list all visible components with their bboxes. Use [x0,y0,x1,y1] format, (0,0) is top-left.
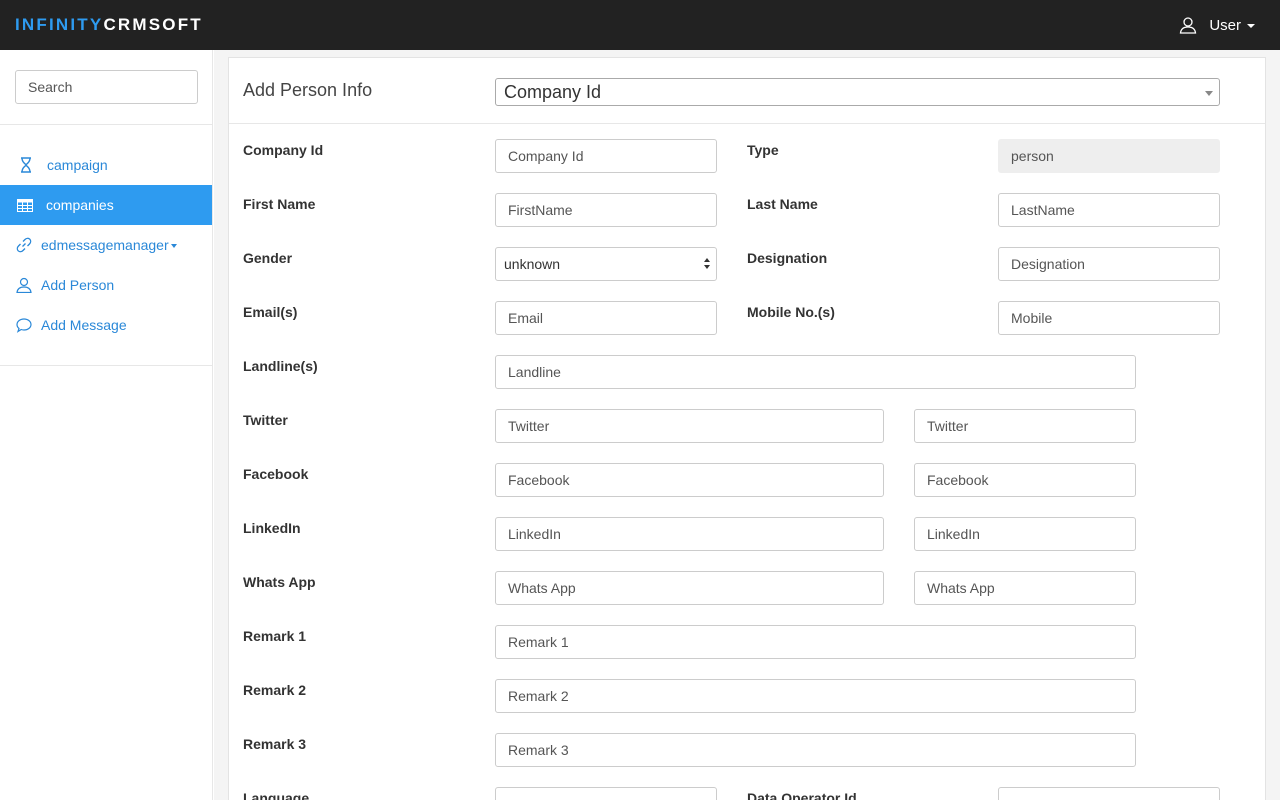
sidebar-item-edmessagemanager[interactable]: edmessagemanager [0,225,212,265]
sidebar-item-companies[interactable]: companies [0,185,212,225]
linkedin-input-secondary[interactable] [914,517,1136,551]
sidebar-item-label: Add Message [41,317,127,333]
language-input[interactable] [495,787,717,800]
remark2-input[interactable] [495,679,1136,713]
email-input[interactable] [495,301,717,335]
gender-select[interactable]: unknown [495,247,717,281]
linkedin-input[interactable] [495,517,884,551]
search-input[interactable] [15,70,198,104]
remark3-label: Remark 3 [243,736,307,752]
brand-part-1: INFINITY [15,15,104,34]
comment-icon [15,316,33,334]
mobile-label: Mobile No.(s) [747,304,835,320]
top-navbar: INFINITYCRMSOFT User [0,0,1280,50]
twitter-label: Twitter [243,412,288,428]
user-icon [1180,17,1197,34]
add-person-panel: Add Person Info Company Id Company Id Ty… [228,57,1266,800]
facebook-label: Facebook [243,466,309,482]
first-name-input[interactable] [495,193,717,227]
whatsapp-input[interactable] [495,571,884,605]
sidebar-item-label: campaign [47,157,108,173]
company-id-label: Company Id [243,142,324,158]
mobile-input[interactable] [998,301,1220,335]
user-menu-label: User [1209,16,1241,34]
company-id-select[interactable]: Company Id [495,78,1220,106]
sidebar-nav: campaign companies edmessagemanager Add … [0,145,212,345]
last-name-label: Last Name [747,196,818,212]
chevron-down-icon [170,244,177,248]
brand-logo[interactable]: INFINITYCRMSOFT [15,15,203,35]
type-label: Type [747,142,779,158]
hourglass-icon [17,156,35,174]
select-arrows-icon [704,258,710,272]
data-operator-input[interactable] [998,787,1220,800]
company-id-input[interactable] [495,139,717,173]
sidebar-item-campaign[interactable]: campaign [0,145,212,185]
last-name-input[interactable] [998,193,1220,227]
panel-header: Add Person Info Company Id [229,58,1265,124]
sidebar: campaign companies edmessagemanager [0,50,213,800]
facebook-input-secondary[interactable] [914,463,1136,497]
sidebar-divider [0,365,212,366]
link-icon [15,236,33,254]
sidebar-item-add-person[interactable]: Add Person [0,265,212,305]
gender-select-value: unknown [504,256,561,272]
user-menu[interactable]: User [1179,14,1255,36]
whatsapp-input-secondary[interactable] [914,571,1136,605]
remark3-input[interactable] [495,733,1136,767]
remark2-label: Remark 2 [243,682,307,698]
designation-input[interactable] [998,247,1220,281]
landline-label: Landline(s) [243,358,318,374]
twitter-input[interactable] [495,409,884,443]
user-icon [15,276,33,294]
whatsapp-label: Whats App [243,574,316,590]
chevron-down-icon [1205,91,1213,96]
brand-part-2: CRMSOFT [103,15,203,34]
data-operator-label: Data Operator Id [747,790,857,800]
designation-label: Designation [747,250,828,266]
sidebar-search [0,50,212,125]
chevron-down-icon [1247,24,1255,28]
sidebar-item-label: companies [46,197,114,213]
sidebar-item-label: Add Person [41,277,115,293]
company-id-select-value: Company Id [504,82,602,102]
sidebar-item-label: edmessagemanager [41,237,169,253]
first-name-label: First Name [243,196,316,212]
remark1-input[interactable] [495,625,1136,659]
table-icon [16,196,34,214]
type-field[interactable]: person [998,139,1220,173]
facebook-input[interactable] [495,463,884,497]
sidebar-item-add-message[interactable]: Add Message [0,305,212,345]
remark1-label: Remark 1 [243,628,307,644]
landline-input[interactable] [495,355,1136,389]
gender-label: Gender [243,250,293,266]
twitter-input-secondary[interactable] [914,409,1136,443]
email-label: Email(s) [243,304,298,320]
linkedin-label: LinkedIn [243,520,301,536]
language-label: Language [243,790,310,800]
page-title: Add Person Info [243,80,373,100]
